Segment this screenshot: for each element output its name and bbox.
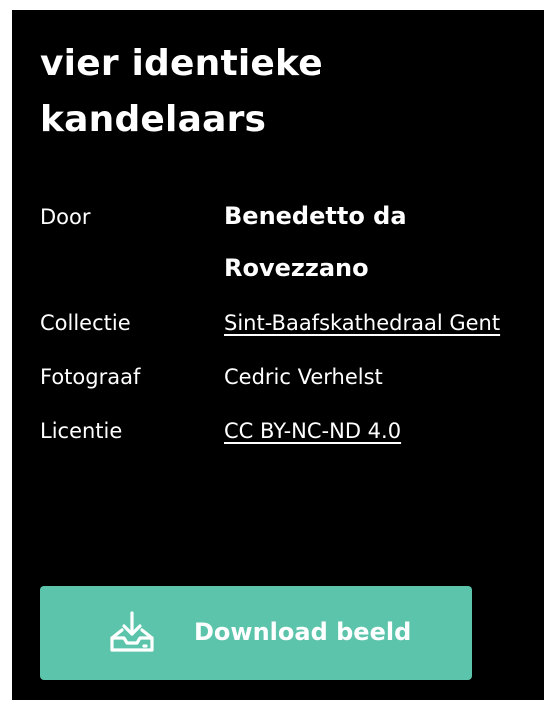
metadata-row-licentie: Licentie CC BY-NC-ND 4.0 <box>40 414 540 448</box>
licentie-value: CC BY-NC-ND 4.0 <box>224 414 540 448</box>
metadata-list: Door Benedetto da Rovezzano Collectie Si… <box>40 200 540 468</box>
title-line-2: kandelaars <box>40 99 267 140</box>
licentie-label: Licentie <box>40 419 123 443</box>
door-value-line-2: Rovezzano <box>224 254 369 282</box>
collectie-link[interactable]: Sint-Baafskathedraal Gent <box>224 311 500 335</box>
title-line-1: vier identieke <box>40 43 323 84</box>
fotograaf-value: Cedric Verhelst <box>224 365 383 389</box>
door-value-line-1: Benedetto da <box>224 202 407 230</box>
page-title: vier identieke kandelaars <box>40 36 510 148</box>
metadata-row-fotograaf: Fotograaf Cedric Verhelst <box>40 360 540 394</box>
collectie-label: Collectie <box>40 311 131 335</box>
licentie-link[interactable]: CC BY-NC-ND 4.0 <box>224 419 401 443</box>
door-label: Door <box>40 205 91 229</box>
metadata-row-door: Door Benedetto da Rovezzano <box>40 200 540 286</box>
fotograaf-label: Fotograaf <box>40 365 141 389</box>
download-button-label: Download beeld <box>194 618 412 646</box>
download-button[interactable]: Download beeld <box>40 586 472 680</box>
download-tray-icon <box>110 611 154 652</box>
artwork-info-panel: vier identieke kandelaars Door Benedetto… <box>12 10 544 700</box>
door-value: Benedetto da Rovezzano <box>224 190 540 294</box>
metadata-row-collectie: Collectie Sint-Baafskathedraal Gent <box>40 306 540 340</box>
collectie-value: Sint-Baafskathedraal Gent <box>224 306 540 340</box>
